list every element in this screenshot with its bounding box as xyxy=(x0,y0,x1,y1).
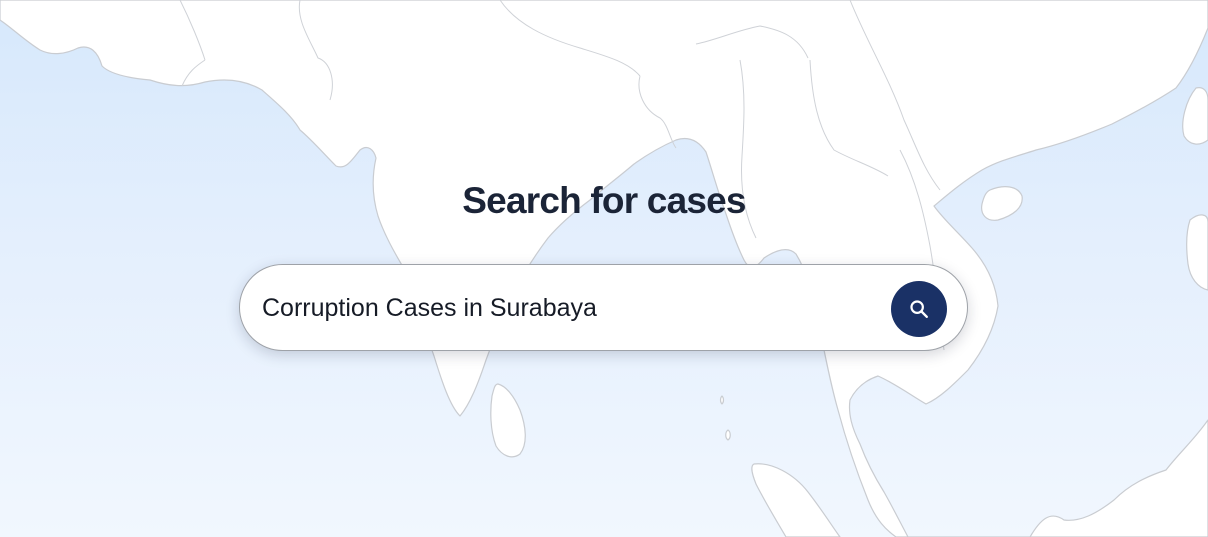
search-button[interactable] xyxy=(891,281,947,337)
search-icon xyxy=(910,300,928,318)
map-island-nicobar xyxy=(719,395,725,405)
map-island-sri-lanka xyxy=(490,383,526,458)
map-island-andaman xyxy=(725,429,731,441)
map-island-taiwan xyxy=(1182,87,1208,145)
map-island-luzon xyxy=(1186,214,1208,291)
map-island-sumatra xyxy=(751,463,841,537)
search-bar xyxy=(239,264,968,351)
page-title: Search for cases xyxy=(462,180,746,221)
search-input[interactable] xyxy=(262,289,872,327)
